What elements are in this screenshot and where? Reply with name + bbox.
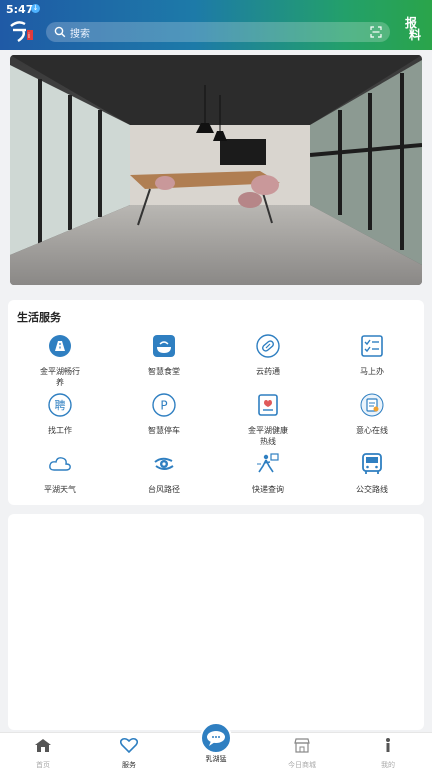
tab-label: 服务	[122, 761, 136, 768]
search-icon	[54, 26, 66, 38]
service-label: 智慧停车	[148, 426, 180, 435]
banner-image[interactable]	[10, 55, 422, 285]
parking-icon: P	[152, 393, 176, 417]
service-canteen[interactable]: 智慧食堂	[112, 334, 216, 377]
search-input[interactable]: 搜索	[46, 22, 390, 42]
service-label: 意心在线	[356, 426, 388, 435]
section-title: 生活服务	[17, 311, 61, 324]
notification-icon: ↓	[31, 4, 40, 13]
user-info-icon	[386, 738, 390, 752]
service-label: 智慧食堂	[148, 367, 180, 376]
tab-mine[interactable]: 我的	[358, 737, 418, 768]
service-label: 平湖天气	[44, 485, 76, 494]
service-job[interactable]: 聘 找工作	[8, 393, 112, 436]
pill-icon	[256, 334, 280, 358]
service-weather[interactable]: 平湖天气	[8, 452, 112, 495]
chat-bubble-icon	[207, 731, 225, 746]
office-photo	[10, 55, 422, 285]
service-traffic[interactable]: 金平湖畅行养	[8, 334, 112, 388]
tab-label: 我的	[381, 761, 395, 768]
job-icon: 聘	[48, 393, 72, 417]
bus-icon	[362, 453, 382, 474]
life-services-card: 生活服务 金平湖畅行养 智慧食堂 云药通 马上办 聘 找工作 P 智慧停车 金平…	[8, 300, 424, 505]
traffic-icon	[49, 335, 71, 357]
service-typhoon[interactable]: 台风路径	[112, 452, 216, 495]
tab-services[interactable]: 服务	[99, 737, 159, 768]
typhoon-icon	[154, 457, 174, 470]
svg-text:i: i	[28, 32, 30, 40]
tab-center-label: 乳湖猛	[205, 755, 227, 763]
report-label-2: 料	[408, 28, 421, 42]
svg-text:P: P	[160, 399, 167, 413]
report-button[interactable]: 报 料	[398, 17, 424, 43]
svg-text:聘: 聘	[55, 398, 66, 412]
service-label: 云药通	[256, 367, 280, 376]
service-pharmacy[interactable]: 云药通	[216, 334, 320, 377]
service-label: 马上办	[360, 367, 384, 376]
tab-home[interactable]: 首页	[13, 737, 73, 768]
top-header: 5:47 ↓ i 搜索 报 料	[0, 0, 432, 50]
service-label: 金平湖畅行养	[40, 367, 80, 387]
service-label: 快递查询	[252, 485, 284, 494]
health-hotline-icon	[258, 394, 278, 416]
note-icon	[360, 393, 384, 417]
service-label: 找工作	[48, 426, 72, 435]
canteen-icon	[153, 335, 175, 357]
search-placeholder: 搜索	[70, 28, 90, 40]
scan-icon[interactable]	[370, 26, 382, 38]
tab-mall[interactable]: 今日商城	[272, 737, 332, 768]
service-bus[interactable]: 公交路线	[320, 452, 424, 495]
content-card	[8, 514, 424, 730]
cloud-icon	[49, 457, 71, 471]
tab-label: 首页	[36, 761, 50, 768]
heart-icon	[119, 737, 139, 754]
service-courier[interactable]: 快递查询	[216, 452, 320, 495]
service-label: 金平湖健康热线	[248, 426, 288, 446]
status-time: 5:47	[6, 3, 34, 16]
service-health-hotline[interactable]: 金平湖健康热线	[216, 393, 320, 447]
courier-icon	[257, 453, 279, 473]
service-label: 公交路线	[356, 485, 388, 494]
service-label: 台风路径	[148, 485, 180, 494]
service-yixin-online[interactable]: 意心在线	[320, 393, 424, 436]
checklist-icon	[361, 335, 383, 357]
tab-label: 今日商城	[288, 761, 316, 768]
service-parking[interactable]: P 智慧停车	[112, 393, 216, 436]
tab-center[interactable]	[200, 722, 232, 754]
app-logo-icon[interactable]: i	[8, 16, 36, 44]
home-icon	[35, 739, 51, 752]
shop-icon	[294, 738, 310, 753]
service-quick-handle[interactable]: 马上办	[320, 334, 424, 377]
